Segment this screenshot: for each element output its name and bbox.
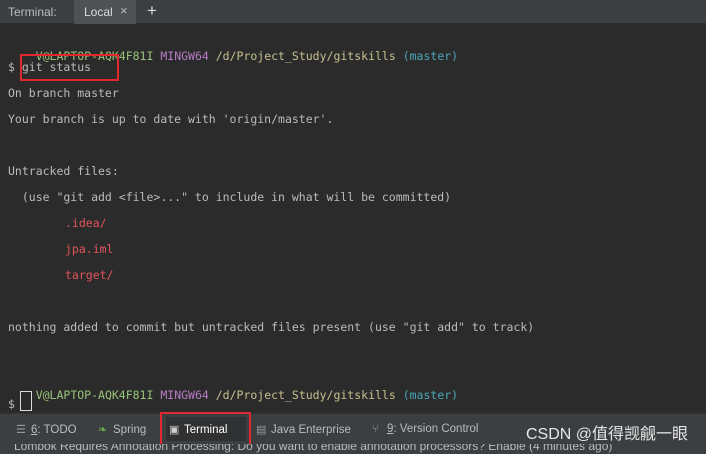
output-branch: On branch master <box>8 86 119 100</box>
add-tab-icon[interactable]: + <box>147 1 157 21</box>
output-up-to-date: Your branch is up to date with 'origin/m… <box>8 112 334 126</box>
untracked-file: jpa.iml <box>65 242 114 256</box>
terminal-cursor <box>20 391 32 411</box>
tab-java-enterprise[interactable]: ▤ Java Enterprise <box>256 423 351 436</box>
status-bar: Lombok Requires Annotation Processing: D… <box>0 444 706 454</box>
terminal-tabbar: Terminal: Local × + <box>0 0 706 24</box>
terminal-output[interactable]: V@LAPTOP-AQK4F81I MINGW64 /d/Project_Stu… <box>0 25 706 411</box>
untracked-header: Untracked files: <box>8 164 119 178</box>
tab-java-enterprise-label: Java Enterprise <box>271 424 351 436</box>
tab-todo[interactable]: ☰ 6: TODO <box>16 423 77 436</box>
prompt-path: /d/Project_Study/gitskills <box>215 49 396 63</box>
version-control-icon: ⑂ <box>372 423 379 435</box>
tab-version-control-label: : Version Control <box>393 423 479 435</box>
tab-local-label: Local <box>84 5 113 19</box>
watermark: CSDN @值得觊觎一眼 <box>525 426 688 443</box>
tab-todo-label: : TODO <box>37 424 77 436</box>
prompt-path: /d/Project_Study/gitskills <box>215 388 396 402</box>
untracked-hint: (use "git add <file>..." to include in w… <box>8 190 452 204</box>
tab-local[interactable]: Local × <box>74 0 136 24</box>
prompt-symbol: $ <box>8 397 15 411</box>
untracked-file: target/ <box>65 268 114 282</box>
tab-version-control[interactable]: ⑂ 9: Version Control <box>372 423 478 435</box>
close-icon[interactable]: × <box>120 3 128 18</box>
command-line: $ git status <box>8 60 92 74</box>
tab-spring-label: Spring <box>113 424 147 436</box>
prompt-shell: MINGW64 <box>160 388 209 402</box>
prompt-branch: (master) <box>402 49 459 63</box>
prompt-user: V@LAPTOP-AQK4F81I <box>35 388 154 402</box>
tool-window-bar: ☰ 6: TODO ❧ Spring ▣ Terminal ▤ Java Enterpr… <box>0 412 706 446</box>
java-ee-icon: ▤ <box>256 424 267 436</box>
spring-leaf-icon: ❧ <box>98 424 108 436</box>
prompt-branch: (master) <box>402 388 459 402</box>
terminal-title: Terminal: <box>8 5 57 19</box>
summary-line: nothing added to commit but untracked fi… <box>8 320 535 334</box>
untracked-file: .idea/ <box>65 216 107 230</box>
list-icon: ☰ <box>16 424 26 436</box>
prompt-shell: MINGW64 <box>160 49 209 63</box>
status-message[interactable]: Lombok Requires Annotation Processing: D… <box>14 444 612 453</box>
tab-spring[interactable]: ❧ Spring <box>98 423 146 436</box>
terminal-highlight-box <box>160 412 251 446</box>
